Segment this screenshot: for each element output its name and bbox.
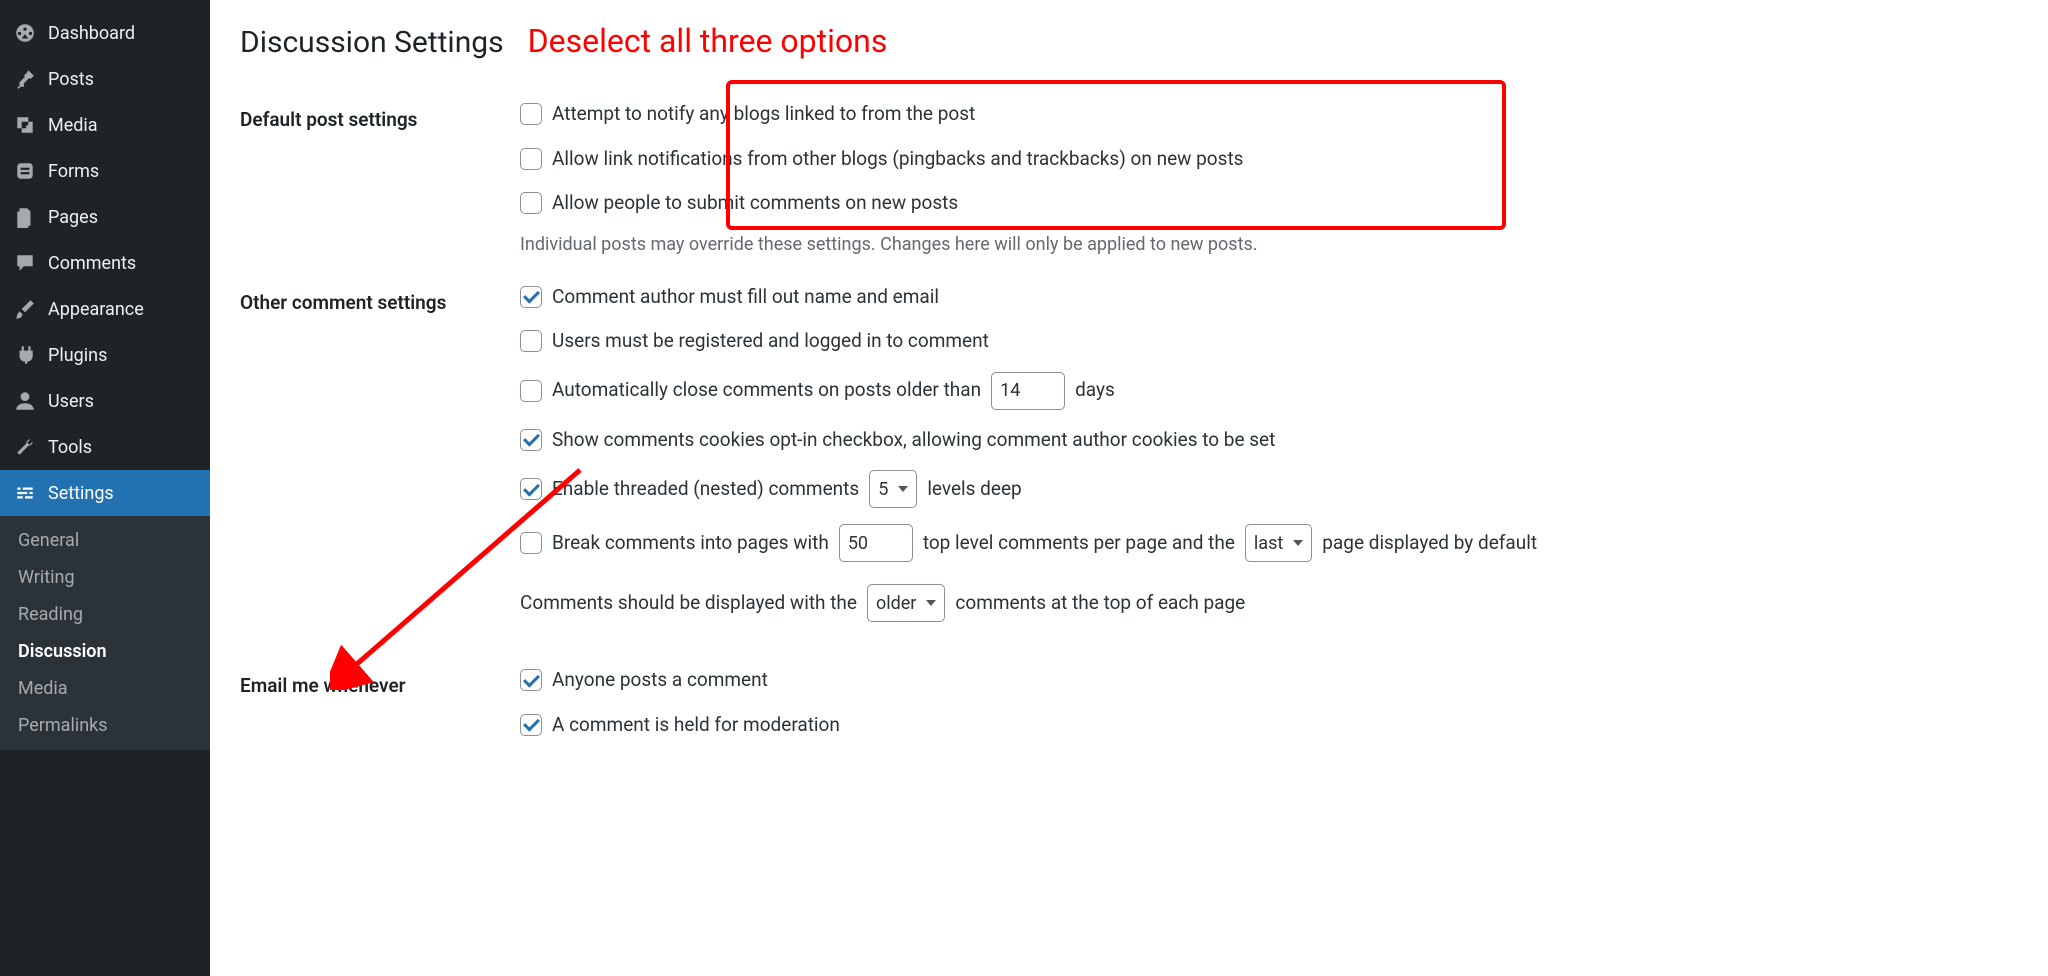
input-close-days[interactable]: 14 [991,372,1065,410]
section-heading-default-post: Default post settings [240,90,520,273]
sidebar-item-users[interactable]: Users [0,378,210,424]
select-value: 5 [878,476,888,503]
sidebar-item-label: Dashboard [48,23,135,44]
checkbox-label: Break comments into pages with [552,529,829,558]
submenu-item-reading[interactable]: Reading [0,596,210,633]
gauge-icon [14,22,36,44]
checkbox-label: Anyone posts a comment [552,666,768,695]
submenu-item-permalinks[interactable]: Permalinks [0,707,210,744]
submenu-item-media[interactable]: Media [0,670,210,707]
comments-icon [14,252,36,274]
sidebar-item-pages[interactable]: Pages [0,194,210,240]
checkbox-allow-comments[interactable] [520,192,542,214]
checkbox-label: Show comments cookies opt-in checkbox, a… [552,426,1275,455]
settings-form: Default post settings Attempt to notify … [240,90,2018,773]
chevron-down-icon [898,486,908,492]
checkbox-require-name-email[interactable] [520,286,542,308]
section-heading-email: Email me whenever [240,656,520,773]
checkbox-threaded[interactable] [520,478,542,500]
checkbox-label: Automatically close comments on posts ol… [552,376,981,405]
field-mid: top level comments per page and the [923,529,1235,558]
checkbox-pingback-notify[interactable] [520,103,542,125]
admin-sidebar: Dashboard Posts Media Forms Pages [0,0,210,976]
sidebar-item-tools[interactable]: Tools [0,424,210,470]
checkbox-label: Comment author must fill out name and em… [552,283,939,312]
checkbox-cookies-optin[interactable] [520,429,542,451]
section-description: Individual posts may override these sett… [520,234,2010,255]
checkbox-paginate-comments[interactable] [520,532,542,554]
checkbox-label: Enable threaded (nested) comments [552,475,859,504]
checkbox-label: Users must be registered and logged in t… [552,327,989,356]
submenu-item-discussion[interactable]: Discussion [0,633,210,670]
annotation-text: Deselect all three options [528,22,888,60]
checkbox-label: Allow people to submit comments on new p… [552,189,958,218]
media-icon [14,114,36,136]
sidebar-item-label: Media [48,115,98,136]
sliders-icon [14,482,36,504]
sidebar-item-media[interactable]: Media [0,102,210,148]
submenu-item-writing[interactable]: Writing [0,559,210,596]
sidebar-item-posts[interactable]: Posts [0,56,210,102]
settings-submenu: General Writing Reading Discussion Media… [0,516,210,750]
field-suffix: levels deep [927,475,1021,504]
forms-icon [14,160,36,182]
section-heading-other-comment: Other comment settings [240,273,520,657]
sidebar-item-appearance[interactable]: Appearance [0,286,210,332]
checkbox-auto-close[interactable] [520,380,542,402]
select-comment-order[interactable]: older [867,584,945,622]
checkbox-require-registration[interactable] [520,330,542,352]
select-value: last [1254,530,1283,557]
sidebar-item-label: Users [48,391,94,412]
checkbox-label: Allow link notifications from other blog… [552,145,1243,174]
pin-icon [14,68,36,90]
sidebar-item-label: Tools [48,437,92,458]
checkbox-label: Attempt to notify any blogs linked to fr… [552,100,975,129]
content: Discussion Settings Deselect all three o… [210,0,2048,976]
user-icon [14,390,36,412]
sidebar-item-dashboard[interactable]: Dashboard [0,10,210,56]
sidebar-item-comments[interactable]: Comments [0,240,210,286]
checkbox-label: A comment is held for moderation [552,711,840,740]
pages-icon [14,206,36,228]
field-suffix: comments at the top of each page [955,589,1245,618]
select-thread-depth[interactable]: 5 [869,470,917,508]
field-prefix: Comments should be displayed with the [520,589,857,618]
sidebar-item-label: Comments [48,253,136,274]
select-default-page[interactable]: last [1245,524,1312,562]
wrench-icon [14,436,36,458]
plug-icon [14,344,36,366]
checkbox-allow-pingbacks[interactable] [520,148,542,170]
chevron-down-icon [926,600,936,606]
sidebar-item-label: Forms [48,161,99,182]
sidebar-item-settings[interactable]: Settings [0,470,210,516]
sidebar-item-plugins[interactable]: Plugins [0,332,210,378]
field-suffix: days [1075,376,1115,405]
input-comments-per-page[interactable]: 50 [839,524,913,562]
sidebar-item-label: Posts [48,69,94,90]
checkbox-email-on-comment[interactable] [520,669,542,691]
field-suffix: page displayed by default [1322,529,1537,558]
chevron-down-icon [1293,540,1303,546]
sidebar-item-label: Appearance [48,299,144,320]
checkbox-email-on-moderation[interactable] [520,714,542,736]
sidebar-item-label: Pages [48,207,98,228]
submenu-item-general[interactable]: General [0,522,210,559]
select-value: older [876,590,916,617]
sidebar-item-label: Settings [48,483,114,504]
page-title: Discussion Settings [240,25,504,60]
brush-icon [14,298,36,320]
sidebar-item-label: Plugins [48,345,107,366]
sidebar-item-forms[interactable]: Forms [0,148,210,194]
